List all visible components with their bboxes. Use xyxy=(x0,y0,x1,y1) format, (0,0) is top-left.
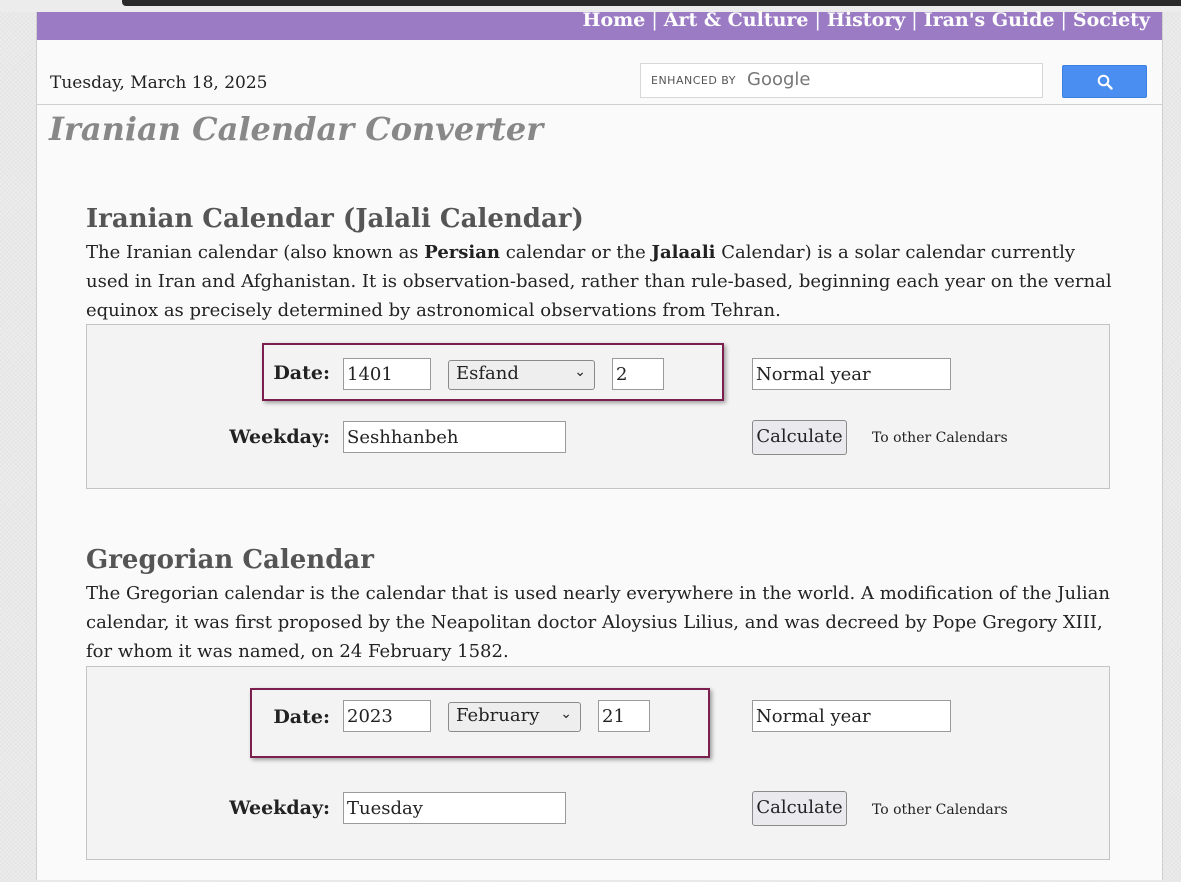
iranian-desc-part: calendar or the xyxy=(499,242,652,263)
header-divider xyxy=(37,104,1162,105)
gregorian-calculate-button[interactable]: Calculate xyxy=(752,791,847,826)
gregorian-day-input[interactable] xyxy=(598,700,650,732)
nav-separator: | xyxy=(651,9,658,31)
search-icon xyxy=(1097,74,1113,90)
iranian-year-type-field xyxy=(752,358,951,390)
nav-separator: | xyxy=(911,9,918,31)
iranian-calculate-button[interactable]: Calculate xyxy=(752,420,847,455)
current-date: Tuesday, March 18, 2025 xyxy=(50,73,268,93)
gregorian-year-input[interactable] xyxy=(343,700,431,732)
nav-item-history[interactable]: History xyxy=(827,9,905,31)
iranian-desc-part: The Iranian calendar (also known as xyxy=(86,242,425,263)
gregorian-weekday-field xyxy=(343,792,566,824)
iranian-date-label: Date: xyxy=(273,362,330,384)
iranian-converter-panel: Date: Esfand ⌄ Weekday: Calculate To othe… xyxy=(86,324,1110,489)
iranian-weekday-label: Weekday: xyxy=(229,426,330,448)
iranian-year-input[interactable] xyxy=(343,358,431,390)
gregorian-month-value: February xyxy=(456,705,540,726)
iranian-other-calendars-link[interactable]: To other Calendars xyxy=(872,430,1008,446)
gregorian-converter-panel: Date: February ⌄ Weekday: Calculate To ot… xyxy=(86,666,1110,860)
search-input[interactable]: ENHANCED BY Google xyxy=(640,63,1043,98)
gregorian-section-description: The Gregorian calendar is the calendar t… xyxy=(86,583,1110,662)
nav-separator: | xyxy=(814,9,821,31)
iranian-day-input[interactable] xyxy=(612,358,664,390)
gregorian-month-select[interactable]: February ⌄ xyxy=(448,702,581,732)
gregorian-date-label: Date: xyxy=(273,706,330,728)
gregorian-year-type-field xyxy=(752,700,951,732)
gregorian-weekday-label: Weekday: xyxy=(229,797,330,819)
nav-item-art-culture[interactable]: Art & Culture xyxy=(664,9,809,31)
google-logo: Google xyxy=(747,69,811,90)
top-nav: Home | Art & Culture | History | Iran's Guide |… xyxy=(37,9,1162,40)
nav-item-home[interactable]: Home xyxy=(583,9,646,31)
gregorian-section-title: Gregorian Calendar xyxy=(86,545,374,575)
search-button[interactable] xyxy=(1062,65,1147,98)
gregorian-other-calendars-link[interactable]: To other Calendars xyxy=(872,802,1008,818)
chevron-down-icon: ⌄ xyxy=(574,364,586,380)
iranian-section-title: Iranian Calendar (Jalali Calendar) xyxy=(86,204,584,234)
search-enhanced-by: ENHANCED BY xyxy=(651,74,736,87)
iranian-weekday-field xyxy=(343,421,566,453)
iranian-section-description: The Iranian calendar (also known as Pers… xyxy=(86,238,1116,325)
iranian-desc-bold: Persian xyxy=(424,242,500,263)
nav-item-society[interactable]: Society xyxy=(1073,9,1150,31)
iranian-desc-bold: Jalaali xyxy=(651,242,716,263)
iranian-month-value: Esfand xyxy=(456,363,519,384)
page-title: Iranian Calendar Converter xyxy=(49,110,544,148)
iranian-month-select[interactable]: Esfand ⌄ xyxy=(448,360,595,390)
browser-top-bar xyxy=(122,0,1181,6)
chevron-down-icon: ⌄ xyxy=(560,706,572,722)
page-container: Home | Art & Culture | History | Iran's Guide |… xyxy=(36,9,1163,880)
nav-separator: | xyxy=(1060,9,1067,31)
nav-item-irans-guide[interactable]: Iran's Guide xyxy=(924,9,1055,31)
